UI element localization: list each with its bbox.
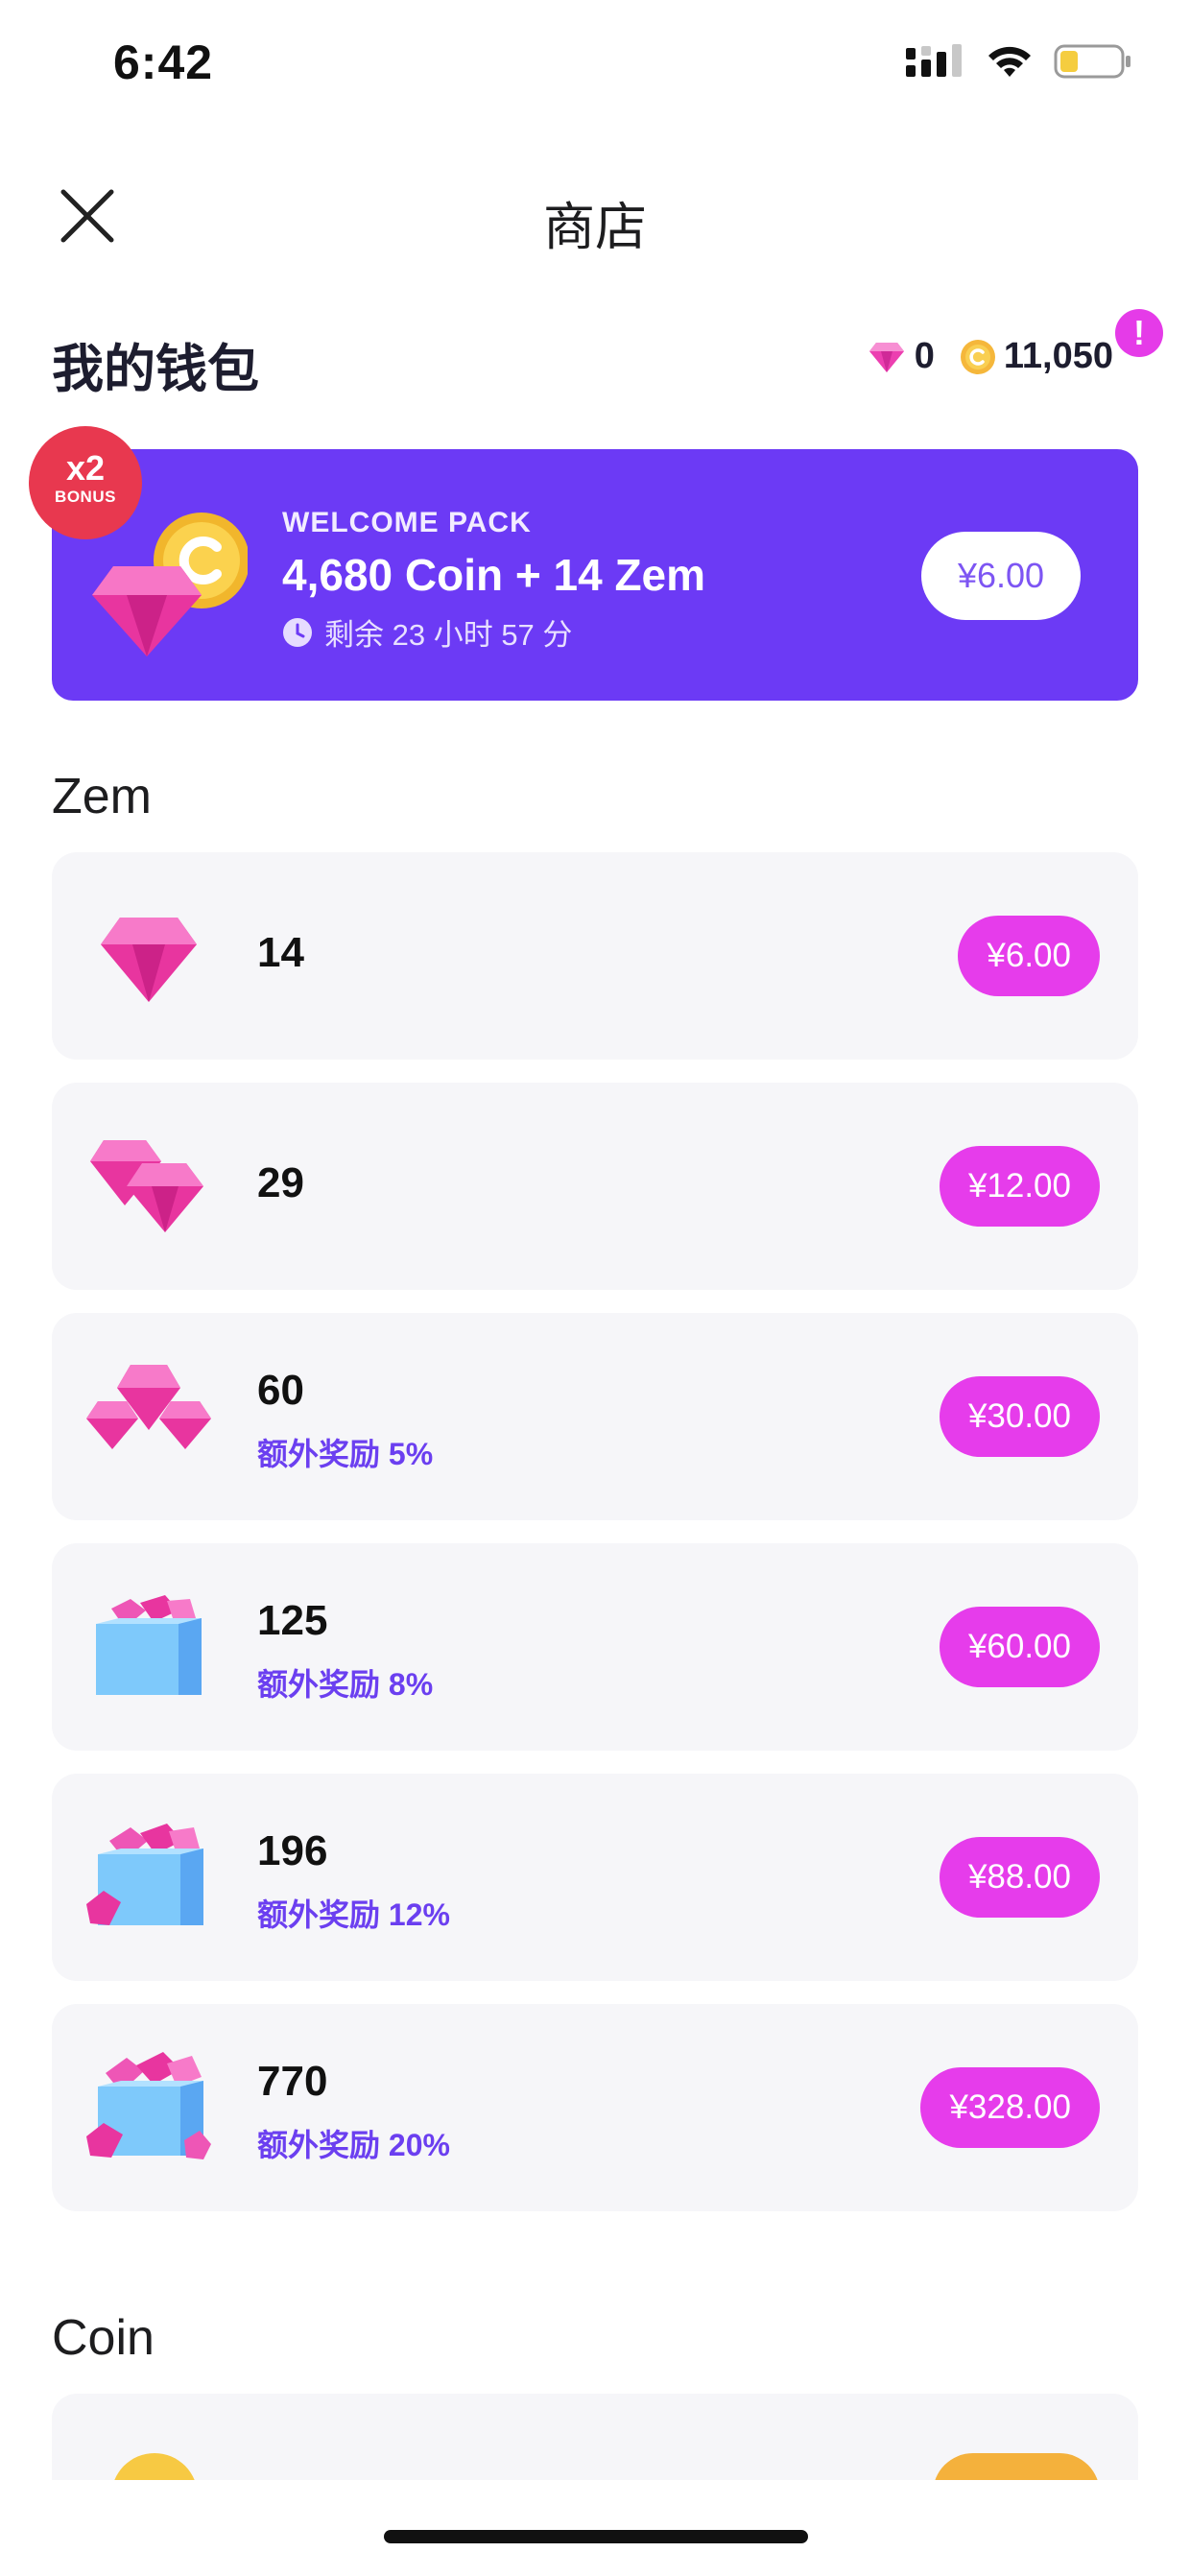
wifi-icon [988, 46, 1031, 77]
welcome-pack-title: 4,680 Coin + 14 Zem [282, 550, 706, 600]
zem-bonus: 额外奖励 12% [257, 1897, 450, 1932]
zem-gem-icon [869, 342, 904, 372]
single-gem-icon [101, 918, 197, 1002]
zem-item-14[interactable]: 14 ¥6.00 [52, 852, 1138, 1060]
zem-balance: 0 [914, 336, 935, 376]
buy-button[interactable]: ¥60.00 [939, 1607, 1100, 1687]
cellular-signal-icon [906, 44, 962, 77]
zem-item-29[interactable]: 29 ¥12.00 [52, 1083, 1138, 1290]
zem-section-title: Zem [52, 769, 152, 824]
buy-button[interactable]: ¥328.00 [920, 2067, 1100, 2148]
buy-button[interactable]: ¥30.00 [939, 1376, 1100, 1457]
zem-item-125[interactable]: 125 额外奖励 8% ¥60.00 [52, 1543, 1138, 1751]
coin-balance: 11,050 [1003, 336, 1113, 376]
coin-icon [960, 339, 995, 374]
bonus-badge: x2 BONUS [29, 426, 142, 539]
coin-section-title: Coin [52, 2310, 155, 2366]
gem-cluster-icon [86, 1365, 211, 1449]
welcome-pack-timer-text: 剩余 23 小时 57 分 [324, 618, 573, 652]
clock-icon [283, 617, 312, 647]
home-indicator[interactable] [384, 2530, 808, 2543]
zem-item-770[interactable]: 770 额外奖励 20% ¥328.00 [52, 2004, 1138, 2211]
bonus-multiplier: x2 [65, 448, 106, 488]
gem-box-overflow-icon [86, 2052, 211, 2159]
status-icons [906, 42, 1132, 81]
status-time: 6:42 [113, 36, 214, 89]
welcome-pack-timer: 剩余 23 小时 57 分 [282, 610, 572, 654]
zem-amount: 770 [257, 2058, 328, 2105]
zem-amount: 196 [257, 1827, 328, 1874]
alert-badge[interactable]: ! [1115, 309, 1163, 357]
zem-amount: 29 [257, 1159, 304, 1206]
bonus-label: BONUS [55, 488, 116, 506]
zem-bonus: 额外奖励 5% [257, 1437, 434, 1471]
welcome-pack-kicker: WELCOME PACK [282, 507, 532, 538]
page-title: 商店 [543, 199, 647, 256]
welcome-pack-card[interactable]: WELCOME PACK 4,680 Coin + 14 Zem 剩余 23 小… [52, 449, 1138, 701]
bottom-safe-area [0, 2480, 1190, 2576]
zem-amount: 60 [257, 1367, 304, 1414]
gem-box-icon [96, 1595, 202, 1695]
welcome-pack-buy-button[interactable]: ¥6.00 [921, 532, 1081, 620]
status-bar: 6:42 [0, 0, 1190, 134]
zem-item-196[interactable]: 196 额外奖励 12% ¥88.00 [52, 1774, 1138, 1981]
zem-bonus: 额外奖励 20% [257, 2128, 450, 2162]
wallet-balances[interactable]: 0 11,050 [869, 336, 1113, 377]
buy-button[interactable]: ¥88.00 [939, 1837, 1100, 1918]
zem-amount: 125 [257, 1597, 328, 1644]
buy-button[interactable]: ¥12.00 [939, 1146, 1100, 1227]
gem-box-icon [86, 1824, 203, 1925]
battery-icon [1054, 44, 1130, 79]
buy-button[interactable]: ¥6.00 [958, 916, 1100, 996]
zem-amount: 14 [257, 929, 304, 976]
double-gem-icon [90, 1140, 203, 1232]
wallet-title: 我的钱包 [52, 341, 259, 398]
header: 商店 [0, 163, 1190, 269]
zem-item-60[interactable]: 60 额外奖励 5% ¥30.00 [52, 1313, 1138, 1520]
zem-bonus: 额外奖励 8% [257, 1667, 434, 1702]
coin-item-card[interactable] [52, 2394, 1138, 2490]
